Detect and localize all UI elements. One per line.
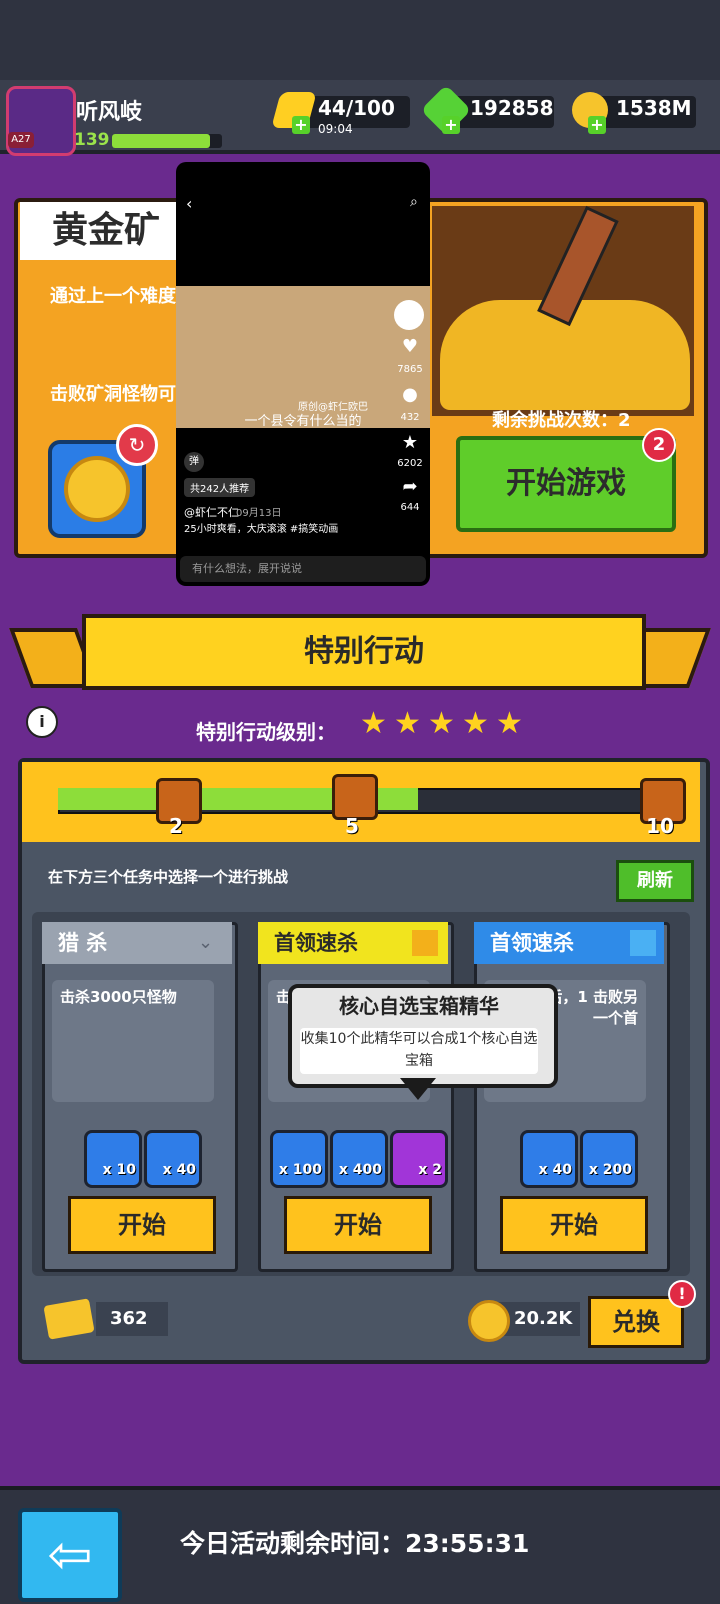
video-date: 09月13日 (236, 508, 282, 519)
refresh-button[interactable]: 刷新 (616, 860, 694, 902)
back-chevron-icon[interactable]: ‹ (186, 194, 192, 213)
milestone-label: 10 (646, 814, 674, 838)
plus-icon[interactable]: + (588, 116, 606, 134)
video-description: 25小时爽看，大庆滚滚 #搞笑动画 (184, 524, 339, 535)
task-instruction: 在下方三个任务中选择一个进行挑战 (48, 868, 289, 886)
info-icon[interactable]: i (26, 706, 58, 738)
comment-icon[interactable]: ● (395, 384, 425, 405)
start-button[interactable]: 开始 (68, 1196, 216, 1254)
energy-timer: 09:04 (318, 122, 353, 136)
player-name: 听风岐 (76, 100, 143, 125)
plus-icon[interactable]: + (442, 116, 460, 134)
likes-count: 7865 (397, 364, 423, 375)
star-icon[interactable]: ★ (395, 432, 425, 453)
level-star-icon: ★ (496, 706, 523, 741)
reward-amount: x 400 (338, 1162, 382, 1178)
mine-title: 黄金矿 (20, 202, 180, 260)
heart-icon[interactable]: ♥ (395, 336, 425, 357)
shares-count: 644 (400, 502, 420, 513)
essence-reward-icon[interactable] (580, 1130, 638, 1188)
tooltip-body: 收集10个此精华可以合成1个核心自选宝箱 (300, 1028, 538, 1074)
task-description: 击杀3000只怪物 (52, 980, 214, 1102)
alert-icon: ! (668, 1280, 696, 1308)
reward-amount: x 200 (588, 1162, 632, 1178)
status-area (0, 0, 720, 80)
mine-desc-2: 击败矿洞怪物可 (50, 384, 176, 405)
recommend-count[interactable]: 共242人推荐 (184, 478, 256, 497)
plus-icon[interactable]: + (292, 116, 310, 134)
comments-count: 432 (400, 412, 420, 423)
start-button[interactable]: 开始 (284, 1196, 432, 1254)
energy-value: 44/100 (318, 96, 395, 120)
chevron-down-icon: ⌄ (198, 932, 214, 953)
back-arrow-icon: ⇦ (47, 1523, 93, 1586)
milestone-label: 5 (345, 814, 359, 838)
share-icon[interactable]: ➦ (395, 476, 425, 497)
level-star-icon: ★ (360, 706, 387, 741)
essence-reward-icon[interactable] (330, 1130, 388, 1188)
back-button[interactable]: ⇦ (18, 1508, 122, 1602)
remaining-attempts: 剩余挑战次数：2 (492, 410, 631, 431)
notification-badge: 2 (642, 428, 676, 462)
gold-reward-icon[interactable] (84, 1130, 142, 1188)
video-author[interactable]: @虾仁不仁 (184, 504, 239, 520)
search-icon[interactable]: ⌕ (410, 194, 418, 210)
exchange-button[interactable]: 兑换 (588, 1296, 684, 1348)
danmaku-toggle[interactable]: 弹 (184, 452, 204, 472)
favorites-count: 6202 (397, 458, 423, 469)
crystal-icon (630, 930, 656, 956)
video-subtitle: 一个县令有什么当的 (244, 414, 362, 429)
special-action-banner: 特别行动 (82, 614, 646, 690)
tooltip-pointer (400, 1078, 436, 1100)
xp-value: 139 (74, 130, 110, 150)
level-star-icon: ★ (462, 706, 489, 741)
level-star-icon: ★ (394, 706, 421, 741)
reward-amount: x 40 (162, 1162, 196, 1178)
essence-reward-icon[interactable] (144, 1130, 202, 1188)
gold-value: 1538M (616, 96, 692, 120)
gold-reward-icon[interactable] (270, 1130, 328, 1188)
gold-coin-icon (468, 1300, 510, 1342)
level-star-icon: ★ (428, 706, 455, 741)
xp-bar-fill (112, 134, 210, 148)
comment-input[interactable]: 有什么想法，展开说说 (180, 556, 426, 582)
mine-desc-1: 通过上一个难度 (50, 286, 176, 307)
special-level-label: 特别行动级别： (196, 720, 336, 744)
cube-icon (412, 930, 438, 956)
tooltip-title: 核心自选宝箱精华 (339, 994, 499, 1018)
milestone-label: 2 (169, 814, 183, 838)
reward-amount: x 2 (418, 1162, 442, 1178)
reward-amount: x 100 (278, 1162, 322, 1178)
gems-value: 192858 (470, 96, 554, 120)
author-avatar[interactable] (394, 300, 424, 330)
start-button[interactable]: 开始 (500, 1196, 648, 1254)
gold-coin-icon (64, 456, 130, 522)
core-chest-essence-icon[interactable] (390, 1130, 448, 1188)
event-timer: 今日活动剩余时间：23:55:31 (180, 1529, 530, 1558)
refresh-icon[interactable]: ↻ (116, 424, 158, 466)
avatar-level-badge: A27 (8, 132, 34, 148)
ticket-count: 362 (96, 1302, 168, 1336)
gold-reward-icon[interactable] (520, 1130, 578, 1188)
reward-amount: x 40 (538, 1162, 572, 1178)
reward-amount: x 10 (102, 1162, 136, 1178)
